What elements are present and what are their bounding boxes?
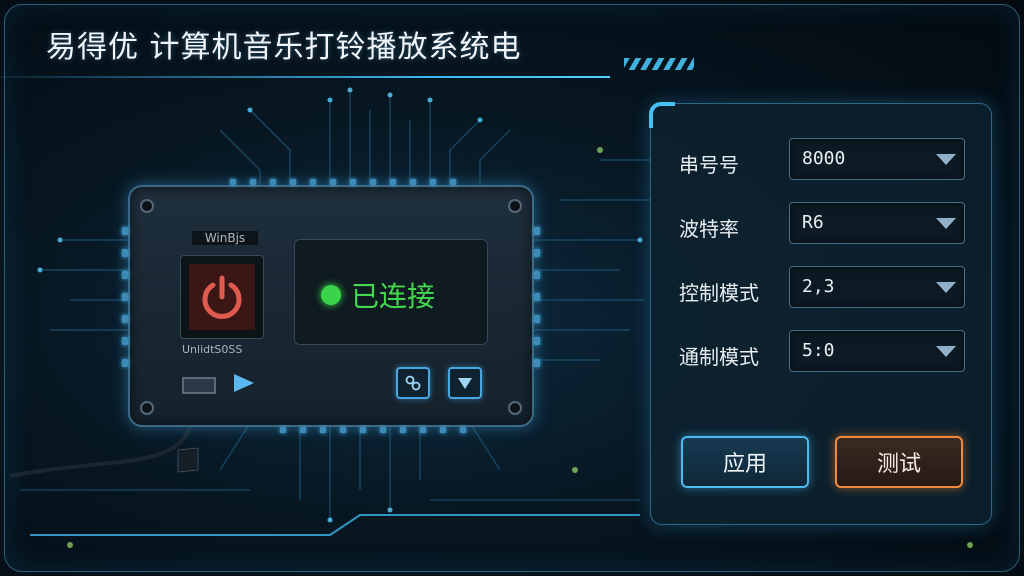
device-panel: WinBjs UnlidtS0SS 已连接 [122, 179, 540, 433]
serial-port-select[interactable]: 8000 [789, 138, 965, 180]
baud-rate-select[interactable]: R6 [789, 202, 965, 244]
control-mode-value: 2,3 [802, 276, 835, 297]
dropdown-arrow-icon [936, 346, 956, 357]
screw-icon [508, 199, 522, 213]
device-serial-label: UnlidtS0SS [182, 343, 243, 356]
title-underline [0, 76, 610, 78]
dropdown-arrow-icon [936, 282, 956, 293]
dropdown-arrow-icon [936, 154, 956, 165]
down-button[interactable] [448, 367, 482, 399]
connection-status: 已连接 [351, 280, 436, 313]
power-icon [202, 275, 242, 319]
comm-mode-select[interactable]: 5:0 [789, 330, 965, 372]
connection-status-panel: 已连接 [294, 239, 488, 345]
panel-corner-accent [649, 102, 675, 128]
settings-panel: 串号号 8000 波特率 R6 控制模式 2,3 通制模式 5:0 应用 测试 [649, 102, 992, 525]
window-title: 易得优 计算机音乐打铃播放系统电 [46, 30, 522, 65]
top-pins [230, 179, 456, 185]
test-button[interactable]: 测试 [835, 436, 963, 488]
control-mode-label: 控制模式 [679, 281, 759, 305]
screw-icon [140, 199, 154, 213]
screw-icon [140, 401, 154, 415]
serial-port-value: 8000 [802, 148, 846, 169]
baud-rate-label: 波特率 [679, 217, 739, 241]
status-dot [321, 285, 341, 305]
control-mode-select[interactable]: 2,3 [789, 266, 965, 308]
comm-mode-label: 通制模式 [679, 345, 759, 369]
left-pins [122, 227, 128, 367]
link-button[interactable] [396, 367, 430, 399]
title-accent-stripes [624, 58, 694, 70]
baud-rate-value: R6 [802, 212, 824, 233]
dropdown-arrow-icon [936, 218, 956, 229]
serial-port-label: 串号号 [679, 153, 739, 177]
screw-icon [508, 401, 522, 415]
comm-mode-value: 5:0 [802, 340, 835, 361]
down-arrow-icon [458, 378, 472, 389]
bottom-pins [280, 427, 466, 433]
apply-button[interactable]: 应用 [681, 436, 809, 488]
link-icon [405, 375, 421, 391]
usb-port-icon [182, 377, 216, 394]
right-pins [534, 227, 540, 367]
play-icon [234, 374, 254, 392]
power-button[interactable] [180, 255, 264, 339]
device-model-label: WinBjs [192, 231, 258, 245]
